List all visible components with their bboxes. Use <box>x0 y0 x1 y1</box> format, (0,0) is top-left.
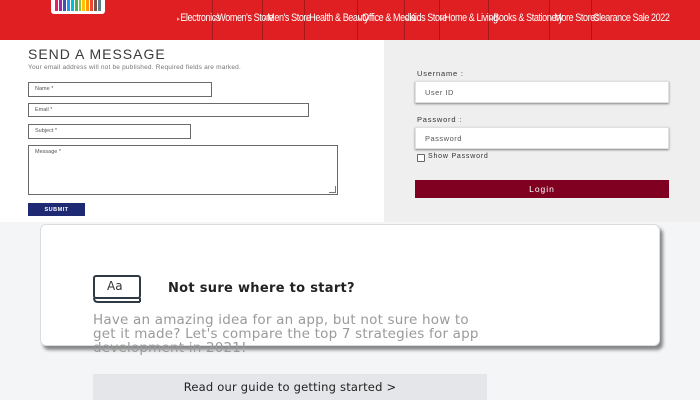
read-guide-button[interactable]: Read our guide to getting started > <box>93 374 487 400</box>
logo-stripe <box>70 0 74 11</box>
aa-icon-text: Aa <box>107 279 123 293</box>
show-password-checkbox[interactable] <box>417 154 425 162</box>
logo-stripe <box>58 0 62 11</box>
nav-item-home-living[interactable]: ▸Home & Living <box>440 0 498 40</box>
nav-item-health-beauty[interactable]: ▸Health & Beauty <box>305 0 369 40</box>
email-field[interactable]: Email * <box>28 103 309 117</box>
username-input[interactable]: User ID <box>415 81 669 103</box>
password-label: Password : <box>417 115 463 124</box>
nav-item-womens-store[interactable]: ▸Women's Store <box>213 0 274 40</box>
username-label: Username : <box>417 69 464 78</box>
category-nav: ▸Electronics ▸Women's Store ▸Men's Store… <box>176 0 670 40</box>
caret-icon: ▸ <box>490 16 493 23</box>
caret-icon: ▸ <box>441 16 444 23</box>
submit-button[interactable]: SUBMIT <box>28 203 85 216</box>
logo-stripe <box>55 0 58 11</box>
logo-stripe <box>78 0 82 11</box>
show-password-label[interactable]: Show Password <box>428 153 489 160</box>
logo-barcode-icon <box>55 0 102 11</box>
caret-icon: ▸ <box>306 16 309 23</box>
logo-stripe <box>66 0 70 11</box>
name-field[interactable]: Name * <box>28 82 212 97</box>
logo-stripe <box>74 0 78 11</box>
caret-icon: ▸ <box>359 16 362 23</box>
nav-item-books-stationery[interactable]: ▸Books & Stationery <box>489 0 563 40</box>
nav-item-electronics[interactable]: ▸Electronics <box>176 0 220 40</box>
caret-icon: ▸ <box>551 16 554 23</box>
logo-stripe <box>62 0 66 11</box>
caret-icon: ▸ <box>264 16 267 23</box>
logo-stripe <box>94 0 98 11</box>
logo-stripe <box>98 0 102 11</box>
resize-handle-icon[interactable] <box>329 186 336 193</box>
promo-card-title: Not sure where to start? <box>168 281 355 296</box>
logo-stripe <box>82 0 86 11</box>
logo-stripe <box>86 0 90 11</box>
logo-stripe <box>90 0 94 11</box>
store-logo[interactable] <box>51 0 105 14</box>
promo-card-body: Have an amazing idea for an app, but not… <box>93 312 479 356</box>
password-input[interactable]: Password <box>415 127 669 149</box>
nav-item-mens-store[interactable]: ▸Men's Store <box>263 0 311 40</box>
contact-form-title: SEND A MESSAGE <box>28 46 166 62</box>
caret-icon: ▸ <box>406 16 409 23</box>
subject-field[interactable]: Subject * <box>28 124 191 139</box>
message-textarea[interactable]: Message * <box>28 145 338 195</box>
login-button[interactable]: Login <box>415 180 669 198</box>
nav-item-more-stores[interactable]: ▸More Stores <box>550 0 599 40</box>
nav-item-kids-store[interactable]: ▸Kids Store <box>405 0 447 40</box>
contact-form-note: Your email address will not be published… <box>28 64 242 71</box>
caret-icon: ▸ <box>214 16 217 23</box>
nav-item-clearance-sale[interactable]: Clearance Sale 2022 <box>592 0 670 40</box>
nav-item-office-media[interactable]: ▸Office & Media <box>358 0 416 40</box>
caret-icon: ▸ <box>177 16 180 23</box>
